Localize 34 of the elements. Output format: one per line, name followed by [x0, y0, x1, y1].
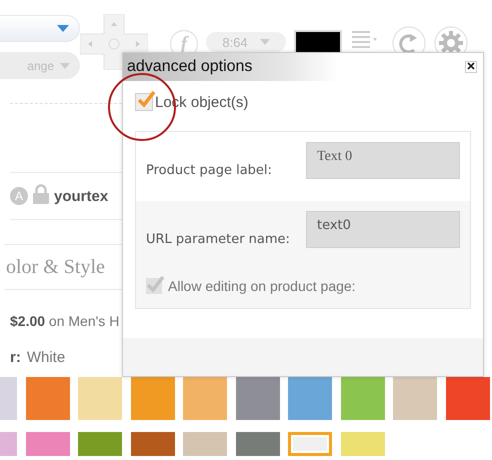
color-swatch[interactable] — [78, 432, 122, 456]
color-swatch[interactable] — [446, 377, 490, 420]
layer-name[interactable]: yourtex — [54, 188, 108, 204]
allow-editing-label: Allow editing on product page: — [168, 278, 356, 294]
lock-checkbox[interactable] — [135, 93, 153, 111]
color-swatch[interactable] — [183, 377, 227, 420]
caret-icon — [60, 62, 70, 68]
color-value: White — [26, 349, 66, 366]
color-swatch[interactable] — [183, 432, 227, 456]
section-title: olor & Style — [6, 256, 105, 278]
field-label: URL parameter name: — [146, 232, 290, 247]
field-label: Product page label: — [146, 163, 272, 178]
color-swatch[interactable] — [236, 432, 280, 456]
dialog-title: advanced options — [127, 58, 252, 76]
color-swatch[interactable] — [236, 377, 280, 420]
color-swatch[interactable] — [340, 432, 384, 456]
lock-icon[interactable] — [33, 184, 49, 204]
caret-icon — [260, 39, 270, 45]
input-field[interactable]: text0 — [306, 211, 460, 248]
price-note: $2.00 on Men's H — [10, 313, 120, 329]
color-swatch[interactable] — [288, 377, 332, 420]
color-swatch[interactable] — [78, 377, 122, 420]
dropdown[interactable] — [0, 15, 80, 42]
caret-icon — [57, 25, 69, 32]
color-swatch[interactable] — [288, 432, 332, 456]
color-swatch[interactable] — [340, 377, 384, 420]
close-button[interactable] — [465, 61, 477, 73]
color-swatch[interactable] — [393, 377, 437, 420]
color-swatch[interactable] — [26, 432, 70, 456]
color-label: r: — [10, 349, 21, 366]
input-field[interactable]: Text 0 — [306, 142, 460, 179]
color-swatch[interactable] — [26, 377, 70, 420]
color-swatch[interactable] — [130, 432, 174, 456]
color-swatch[interactable] — [130, 377, 174, 420]
